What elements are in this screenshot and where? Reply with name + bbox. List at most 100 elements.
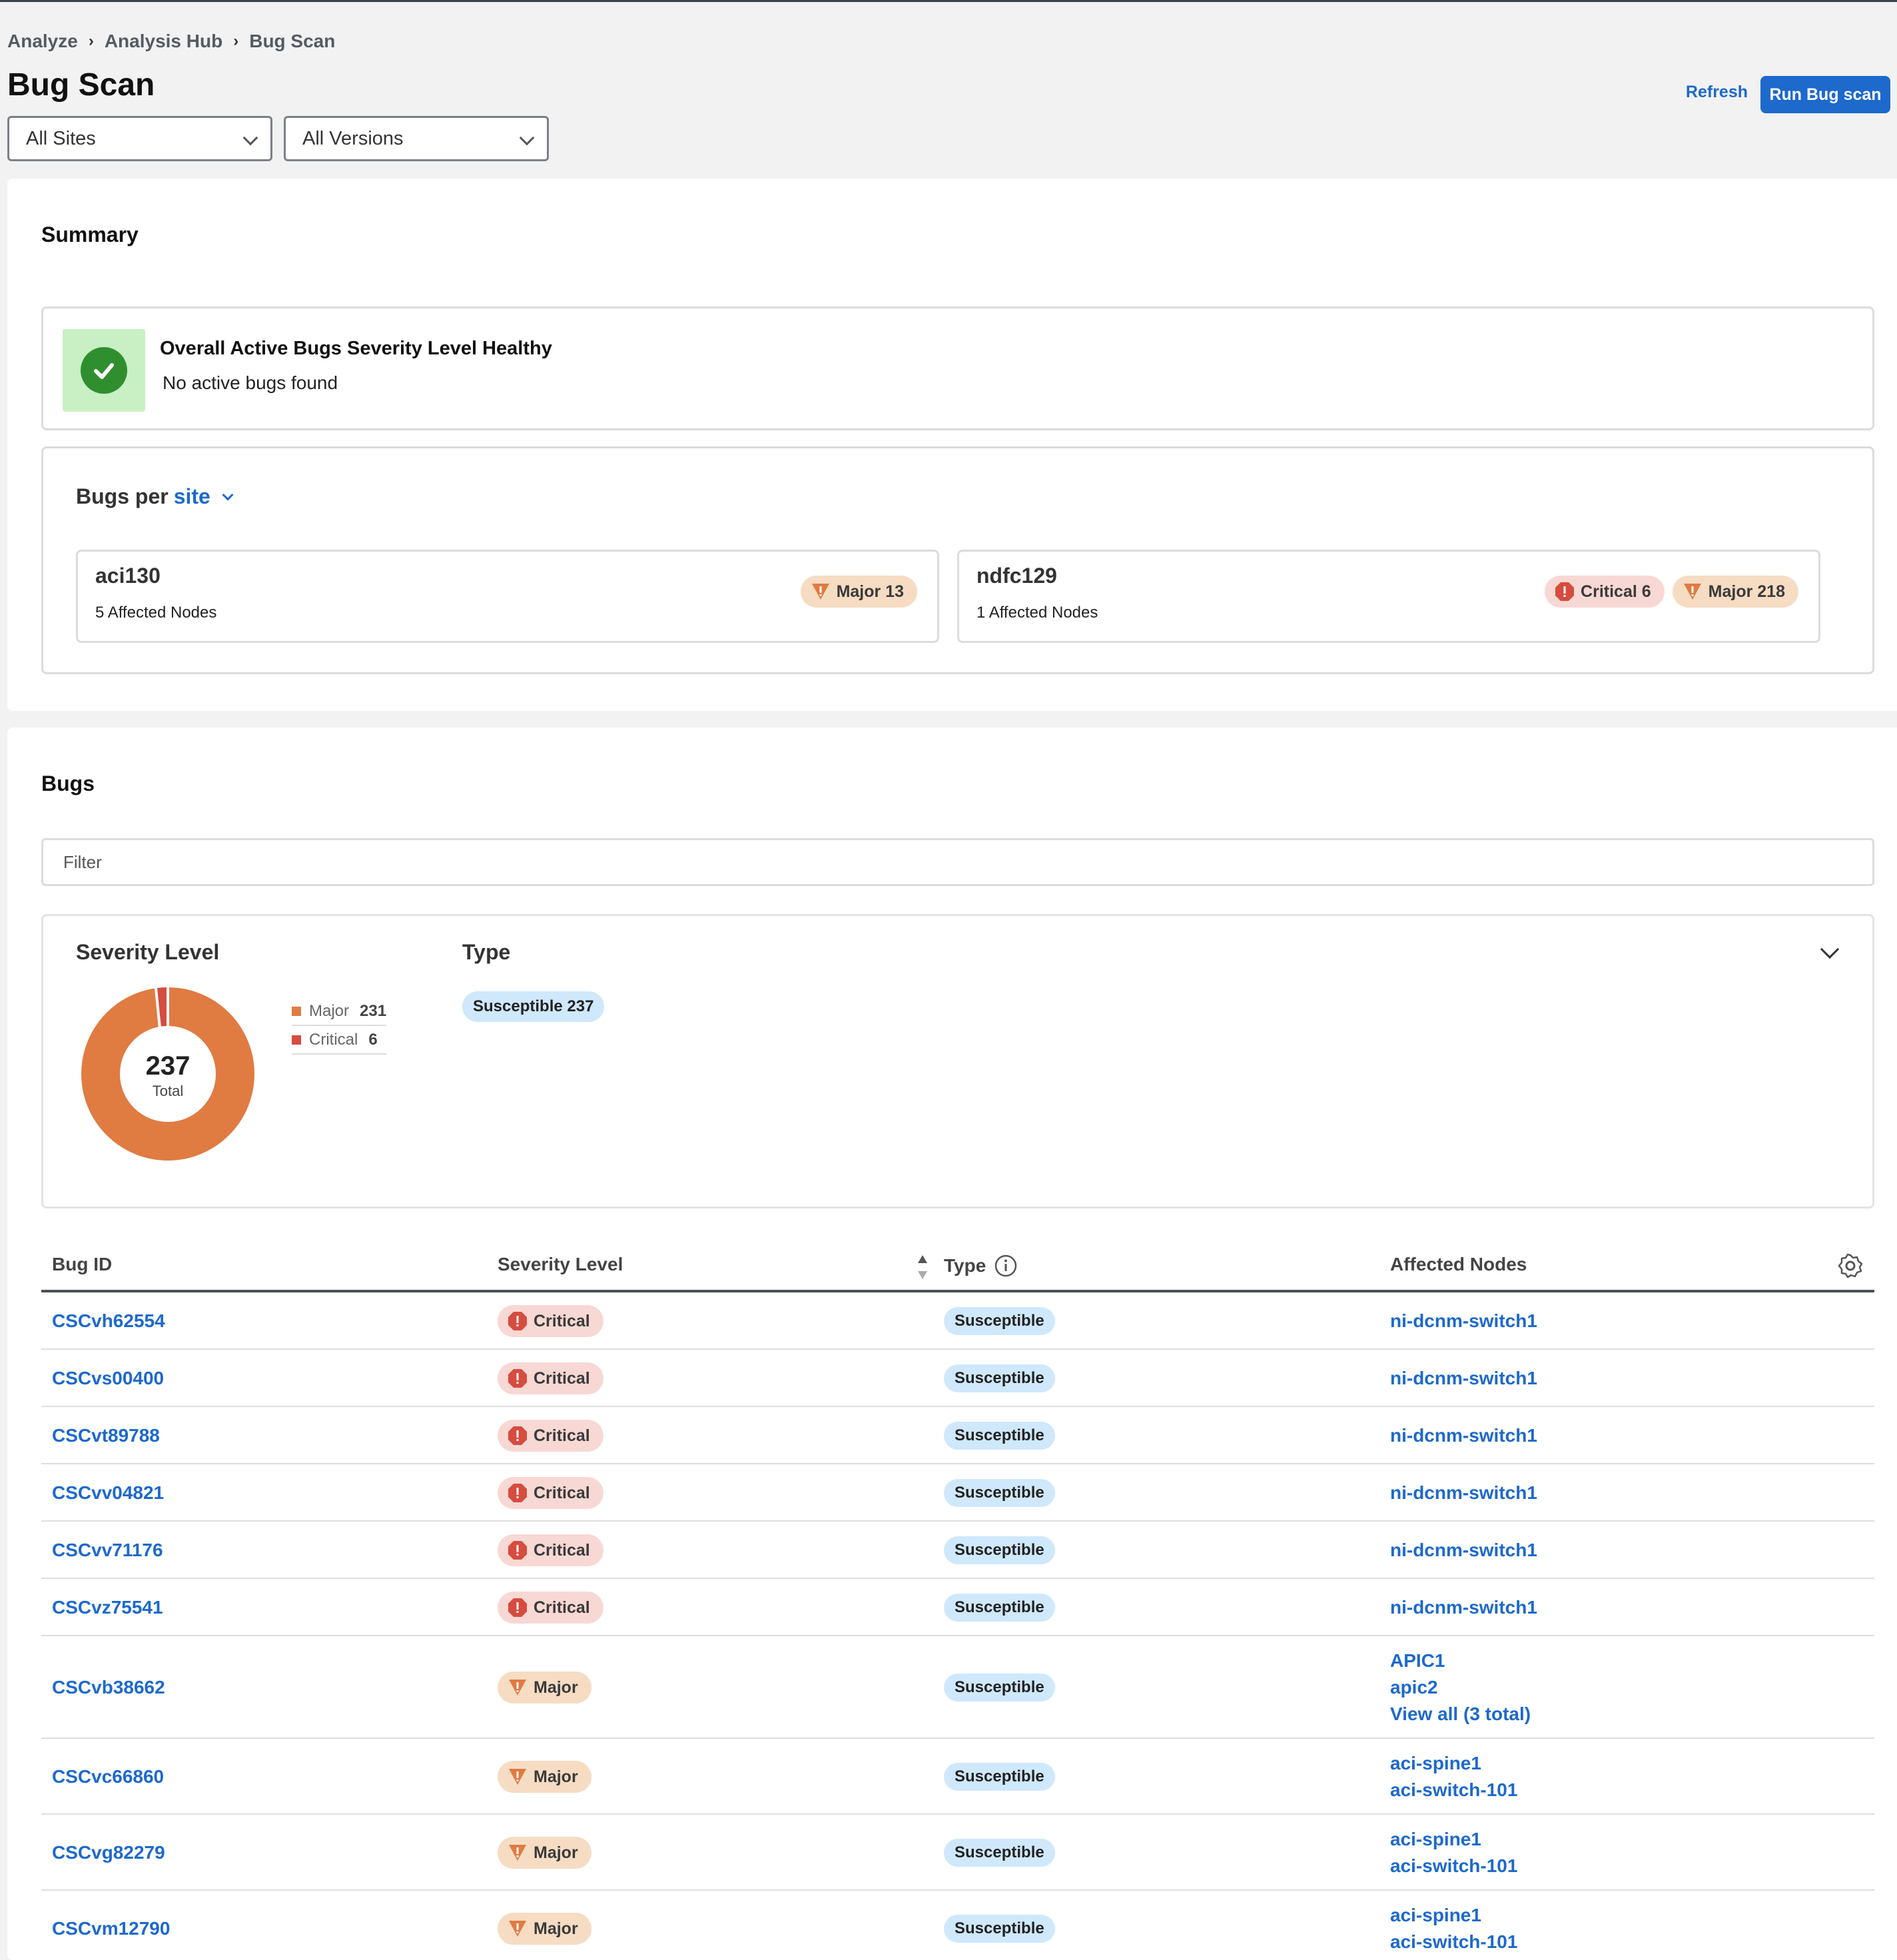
bug-id-link[interactable]: CSCvb38662 (52, 1677, 165, 1698)
type-cell: Susceptible (944, 1422, 1055, 1450)
type-cell: Susceptible (944, 1307, 1055, 1335)
major-badge: Major (498, 1761, 591, 1793)
table-row: CSCvc66860 Major Susceptible aci-spine1 aci-… (41, 1739, 1874, 1815)
node-link[interactable]: ni-dcnm-switch1 (1390, 1308, 1537, 1334)
bugs-per-site-title: Bugs per site (76, 484, 234, 509)
chevron-down-icon (519, 130, 535, 146)
node-link[interactable]: ni-dcnm-switch1 (1390, 1365, 1537, 1392)
node-link[interactable]: ni-dcnm-switch1 (1390, 1537, 1537, 1564)
node-link[interactable]: aci-switch-101 (1390, 1929, 1517, 1955)
type-cell: Susceptible (944, 1364, 1055, 1392)
severity-cell: Critical (498, 1305, 603, 1337)
chevron-down-icon[interactable] (1820, 939, 1840, 959)
type-title: Type (462, 940, 511, 964)
bug-id-link[interactable]: CSCvg82279 (52, 1842, 165, 1863)
major-warning-icon (811, 584, 829, 600)
bug-id-link[interactable]: CSCvv71176 (52, 1540, 163, 1561)
bugs-title: Bugs (41, 771, 95, 795)
top-border (0, 0, 1897, 2)
refresh-button[interactable]: Refresh (1686, 83, 1748, 102)
node-link[interactable]: ni-dcnm-switch1 (1390, 1480, 1537, 1506)
node-link[interactable]: aci-switch-101 (1390, 1777, 1517, 1803)
run-bug-scan-button[interactable]: Run Bug scan (1760, 76, 1890, 113)
legend-item-major[interactable]: Major 231 (292, 997, 387, 1026)
column-bug-id[interactable]: Bug ID (52, 1254, 112, 1275)
type-badge: Susceptible (944, 1594, 1055, 1622)
legend-item-critical[interactable]: Critical 6 (292, 1026, 387, 1055)
bugs-filter-input[interactable] (41, 838, 1874, 886)
bug-id-link[interactable]: CSCvs00400 (52, 1368, 164, 1389)
site-card-aci130[interactable]: aci130 5 Affected Nodes Major 13 (76, 550, 939, 643)
table-row: CSCvt89788 Critical Susceptible ni-dcnm-swi… (41, 1407, 1874, 1464)
table-row: CSCvv04821 Critical Susceptible ni-dcnm-swi… (41, 1464, 1874, 1522)
severity-cell: Critical (498, 1592, 603, 1624)
severity-cell: Major (498, 1837, 591, 1869)
major-badge-label: Major 218 (1708, 582, 1785, 601)
group-by-site-dropdown[interactable]: site (174, 484, 210, 509)
bug-id-link[interactable]: CSCvt89788 (52, 1425, 160, 1446)
summary-card: Summary Overall Active Bugs Severity Lev… (7, 179, 1897, 711)
gear-icon[interactable] (1837, 1252, 1864, 1279)
bugs-card: Bugs Severity Level Type 237 Total Major… (7, 728, 1897, 1960)
table-header: Bug ID Severity Level Type Affected Node… (41, 1234, 1874, 1292)
chevron-down-icon[interactable] (222, 489, 234, 500)
legend-swatch (292, 1035, 301, 1045)
column-type-label: Type (944, 1255, 986, 1276)
legend-label: Critical (309, 1030, 358, 1049)
affected-nodes-cell: ni-dcnm-switch1 (1390, 1537, 1537, 1564)
info-icon[interactable] (994, 1254, 1018, 1278)
view-all-nodes-link[interactable]: View all (3 total) (1390, 1701, 1531, 1727)
affected-nodes-cell: ni-dcnm-switch1 (1390, 1480, 1537, 1506)
type-badge: Susceptible (944, 1536, 1055, 1564)
type-badge: Susceptible (944, 1307, 1055, 1335)
column-severity-level[interactable]: Severity Level (498, 1254, 623, 1275)
bugs-per-site-panel: Bugs per site aci130 5 Affected Nodes Ma… (41, 446, 1874, 674)
site-select[interactable]: All Sites (7, 116, 272, 161)
severity-label: Major (534, 1767, 578, 1786)
affected-nodes-cell: aci-spine1 aci-switch-101 (1390, 1902, 1517, 1955)
bug-id-link[interactable]: CSCvv04821 (52, 1482, 164, 1504)
legend-value: 6 (368, 1030, 378, 1049)
affected-nodes-cell: ni-dcnm-switch1 (1390, 1308, 1537, 1334)
node-link[interactable]: ni-dcnm-switch1 (1390, 1422, 1537, 1449)
severity-legend: Major 231 Critical 6 (292, 997, 387, 1055)
bug-id-link[interactable]: CSCvm12790 (52, 1918, 170, 1939)
check-circle-icon (81, 347, 127, 394)
node-link[interactable]: APIC1 (1390, 1648, 1445, 1674)
sort-icon[interactable] (917, 1254, 929, 1280)
bugs-table-body: CSCvh62554 Critical Susceptible ni-dcnm-swi… (41, 1292, 1874, 1960)
breadcrumb-analyze[interactable]: Analyze (7, 31, 78, 52)
major-warning-icon (1683, 584, 1701, 600)
column-affected-nodes[interactable]: Affected Nodes (1390, 1254, 1527, 1275)
column-type[interactable]: Type (944, 1254, 1018, 1278)
type-susceptible-pill[interactable]: Susceptible 237 (462, 991, 605, 1022)
table-row: CSCvs00400 Critical Susceptible ni-dcnm-swi… (41, 1350, 1874, 1407)
version-select[interactable]: All Versions (284, 116, 549, 161)
site-card-ndfc129[interactable]: ndfc129 1 Affected Nodes Critical 6 Majo… (957, 550, 1820, 643)
type-cell: Susceptible (944, 1536, 1055, 1564)
major-warning-icon (509, 1921, 526, 1937)
health-title: Overall Active Bugs Severity Level Healt… (160, 338, 552, 359)
type-cell: Susceptible (944, 1763, 1055, 1791)
severity-label: Major (534, 1843, 578, 1862)
site-affected-nodes: 1 Affected Nodes (976, 604, 1098, 622)
node-link[interactable]: aci-spine1 (1390, 1826, 1481, 1853)
node-link[interactable]: aci-spine1 (1390, 1902, 1481, 1929)
node-link[interactable]: ni-dcnm-switch1 (1390, 1594, 1537, 1621)
version-select-value: All Versions (302, 127, 404, 149)
bug-id-link[interactable]: CSCvz75541 (52, 1597, 163, 1618)
major-badge: Major (498, 1672, 591, 1704)
type-cell: Susceptible (944, 1674, 1055, 1702)
node-link[interactable]: apic2 (1390, 1674, 1438, 1701)
severity-level-title: Severity Level (76, 940, 220, 964)
bug-id-link[interactable]: CSCvh62554 (52, 1310, 165, 1332)
severity-label: Critical (534, 1598, 590, 1617)
type-badge: Susceptible (944, 1915, 1055, 1943)
breadcrumb-analysis-hub[interactable]: Analysis Hub (105, 31, 222, 52)
node-link[interactable]: aci-switch-101 (1390, 1853, 1517, 1879)
legend-label: Major (309, 1001, 350, 1020)
chevron-right-icon: › (233, 32, 239, 50)
bug-id-link[interactable]: CSCvc66860 (52, 1766, 164, 1787)
node-link[interactable]: aci-spine1 (1390, 1750, 1481, 1777)
critical-alert-icon (508, 1369, 527, 1388)
